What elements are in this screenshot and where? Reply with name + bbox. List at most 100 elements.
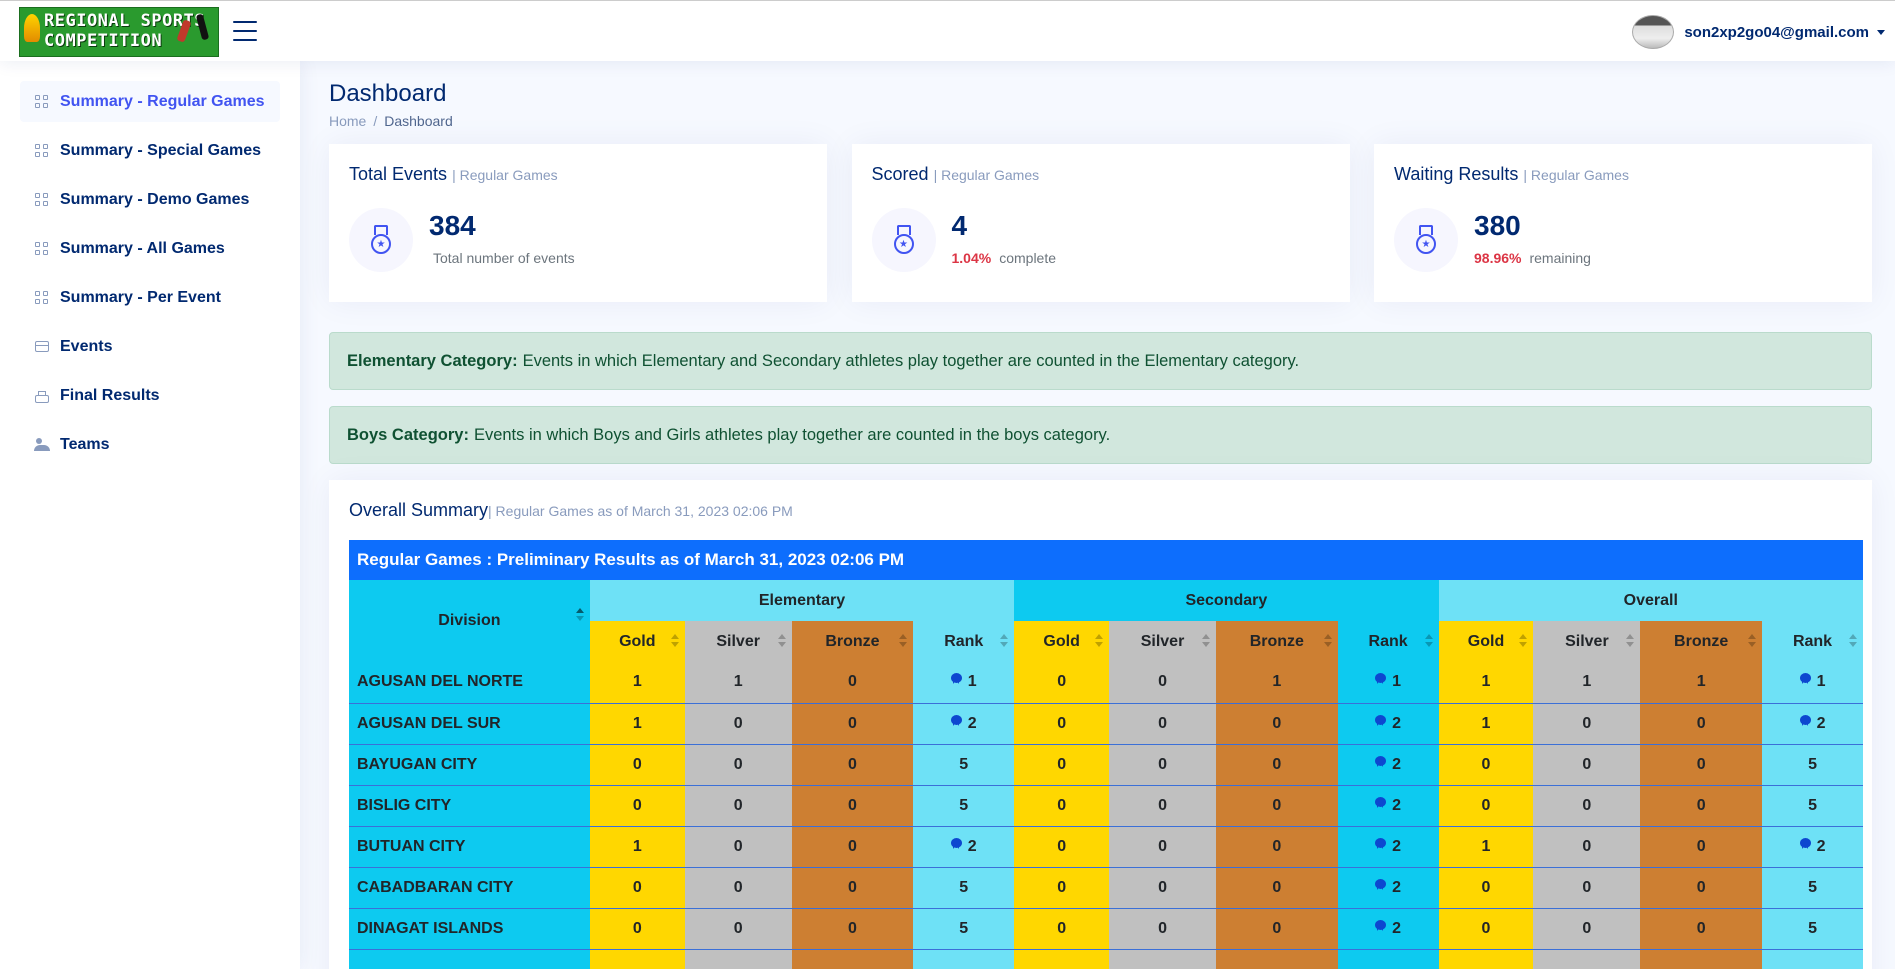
logo[interactable]: REGIONAL SPORTS COMPETITION xyxy=(19,7,219,57)
cell-value: 1 xyxy=(632,673,642,691)
sort-icon[interactable] xyxy=(575,608,584,622)
column-header-label: Rank xyxy=(1368,632,1408,650)
bronze-cell: 0 xyxy=(1215,867,1338,909)
menu-toggle-icon[interactable] xyxy=(233,21,257,43)
cell-value: 0 xyxy=(848,796,857,814)
column-header-overall-gold[interactable]: Gold xyxy=(1438,621,1534,662)
sort-icon[interactable] xyxy=(1000,634,1009,648)
sidebar-item-summary-special-games[interactable]: Summary - Special Games xyxy=(20,130,280,171)
column-header-overall-silver[interactable]: Silver xyxy=(1533,621,1641,662)
gold-cell: 0 xyxy=(1014,867,1110,909)
sort-icon[interactable] xyxy=(1626,634,1635,648)
sidebar-item-summary-demo-games[interactable]: Summary - Demo Games xyxy=(20,179,280,220)
cell-value: 0 xyxy=(848,714,857,732)
award-icon xyxy=(950,673,962,687)
sidebar-item-summary-all-games[interactable]: Summary - All Games xyxy=(20,228,280,269)
column-header-elementary-gold[interactable]: Gold xyxy=(589,621,685,662)
cell-value: 5 xyxy=(959,919,969,937)
division-cell: BUTUAN CITY xyxy=(349,826,590,868)
silver-cell: 0 xyxy=(684,867,792,909)
sort-icon[interactable] xyxy=(1748,634,1757,648)
column-header-secondary-bronze[interactable]: Bronze xyxy=(1215,621,1338,662)
column-header-label: Gold xyxy=(1467,632,1505,650)
grid-icon xyxy=(35,94,49,109)
column-header-secondary-gold[interactable]: Gold xyxy=(1014,621,1110,662)
cell-value: 0 xyxy=(1582,755,1592,773)
cell-value: 0 xyxy=(1158,755,1167,773)
cell-value: 0 xyxy=(1696,919,1706,937)
cell-value: 2 xyxy=(1392,919,1402,937)
sort-icon[interactable] xyxy=(1201,634,1210,648)
sort-icon[interactable] xyxy=(1323,634,1332,648)
bronze-cell xyxy=(1215,949,1338,969)
division-header[interactable]: Division xyxy=(349,580,590,662)
bronze-cell: 0 xyxy=(1215,744,1338,786)
column-header-secondary-rank[interactable]: Rank xyxy=(1337,621,1439,662)
cell-value: 2 xyxy=(1392,714,1402,732)
cell-value: 5 xyxy=(1808,878,1817,896)
gold-cell: 1 xyxy=(589,703,685,745)
user-email[interactable]: son2xp2go04@gmail.com xyxy=(1684,24,1869,41)
cell-value: 0 xyxy=(733,919,743,937)
cell-value: 0 xyxy=(1696,755,1706,773)
gold-cell: 0 xyxy=(1014,703,1110,745)
cell-value: 0 xyxy=(1158,673,1167,691)
column-header-overall-bronze[interactable]: Bronze xyxy=(1640,621,1763,662)
silver-cell: 0 xyxy=(684,744,792,786)
bronze-cell: 0 xyxy=(791,785,914,827)
chevron-down-icon[interactable] xyxy=(1877,29,1885,35)
sort-icon[interactable] xyxy=(1095,634,1104,648)
column-header-overall-rank[interactable]: Rank xyxy=(1762,621,1863,662)
people-icon xyxy=(34,437,50,452)
column-header-label: Gold xyxy=(1043,632,1080,650)
sidebar-item-summary-regular-games[interactable]: Summary - Regular Games xyxy=(20,81,280,122)
table-row xyxy=(349,949,1863,969)
medal-icon: ★ xyxy=(1394,208,1458,272)
cell-value: 0 xyxy=(733,878,743,896)
column-header-label: Bronze xyxy=(825,632,880,650)
breadcrumb-home[interactable]: Home xyxy=(329,113,366,129)
sidebar-item-final-results[interactable]: Final Results xyxy=(20,375,280,416)
column-header-elementary-silver[interactable]: Silver xyxy=(684,621,792,662)
rank-cell: 1 xyxy=(1762,662,1863,704)
column-header-elementary-bronze[interactable]: Bronze xyxy=(791,621,914,662)
profile-dropdown[interactable]: son2xp2go04@gmail.com xyxy=(1632,14,1895,50)
cell-value: 1 xyxy=(632,837,642,855)
sidebar-item-summary-per-event[interactable]: Summary - Per Event xyxy=(20,277,280,318)
sort-icon[interactable] xyxy=(1424,634,1433,648)
cell-value: 0 xyxy=(733,714,743,732)
cell-value: 2 xyxy=(967,714,977,732)
silver-cell: 0 xyxy=(1109,662,1216,704)
division-header-label: Division xyxy=(438,612,501,629)
sort-icon[interactable] xyxy=(899,634,908,648)
cell-value: 1 xyxy=(1481,837,1491,855)
gold-cell xyxy=(1014,949,1110,969)
silver-cell xyxy=(1109,949,1216,969)
column-header-secondary-silver[interactable]: Silver xyxy=(1109,621,1216,662)
bronze-cell: 0 xyxy=(791,662,914,704)
sidebar-item-label: Summary - Special Games xyxy=(60,141,261,159)
alert-text: Events in which Boys and Girls athletes … xyxy=(473,425,1111,444)
group-header-secondary: Secondary xyxy=(1014,580,1439,621)
sidebar-item-teams[interactable]: Teams xyxy=(20,424,280,465)
top-header: REGIONAL SPORTS COMPETITION son2xp2go04@… xyxy=(0,0,1895,61)
stat-cards: Total Events | Regular Games ★ 384 Total nu… xyxy=(329,144,1872,302)
table-row: AGUSAN DEL SUR 1 0 0 2 0 0 0 2 1 0 0 2 xyxy=(349,703,1863,745)
bronze-cell: 0 xyxy=(791,744,914,786)
cell-value: 0 xyxy=(632,796,642,814)
sort-icon[interactable] xyxy=(670,634,679,648)
column-header-elementary-rank[interactable]: Rank xyxy=(913,621,1015,662)
card-description: 1.04% complete xyxy=(952,250,1057,266)
sort-icon[interactable] xyxy=(1849,634,1857,648)
cell-value: 0 xyxy=(1272,878,1282,896)
avatar[interactable] xyxy=(1632,15,1675,49)
column-header-label: Bronze xyxy=(1249,632,1304,650)
gold-cell: 0 xyxy=(1438,785,1534,827)
cell-value: 1 xyxy=(1481,673,1491,691)
sort-icon[interactable] xyxy=(1519,634,1528,648)
sort-icon[interactable] xyxy=(777,634,786,648)
rank-cell: 2 xyxy=(1762,703,1863,745)
sidebar-item-events[interactable]: Events xyxy=(20,326,280,367)
sidebar-item-label: Teams xyxy=(60,435,110,453)
card-desc-text: complete xyxy=(999,250,1057,266)
